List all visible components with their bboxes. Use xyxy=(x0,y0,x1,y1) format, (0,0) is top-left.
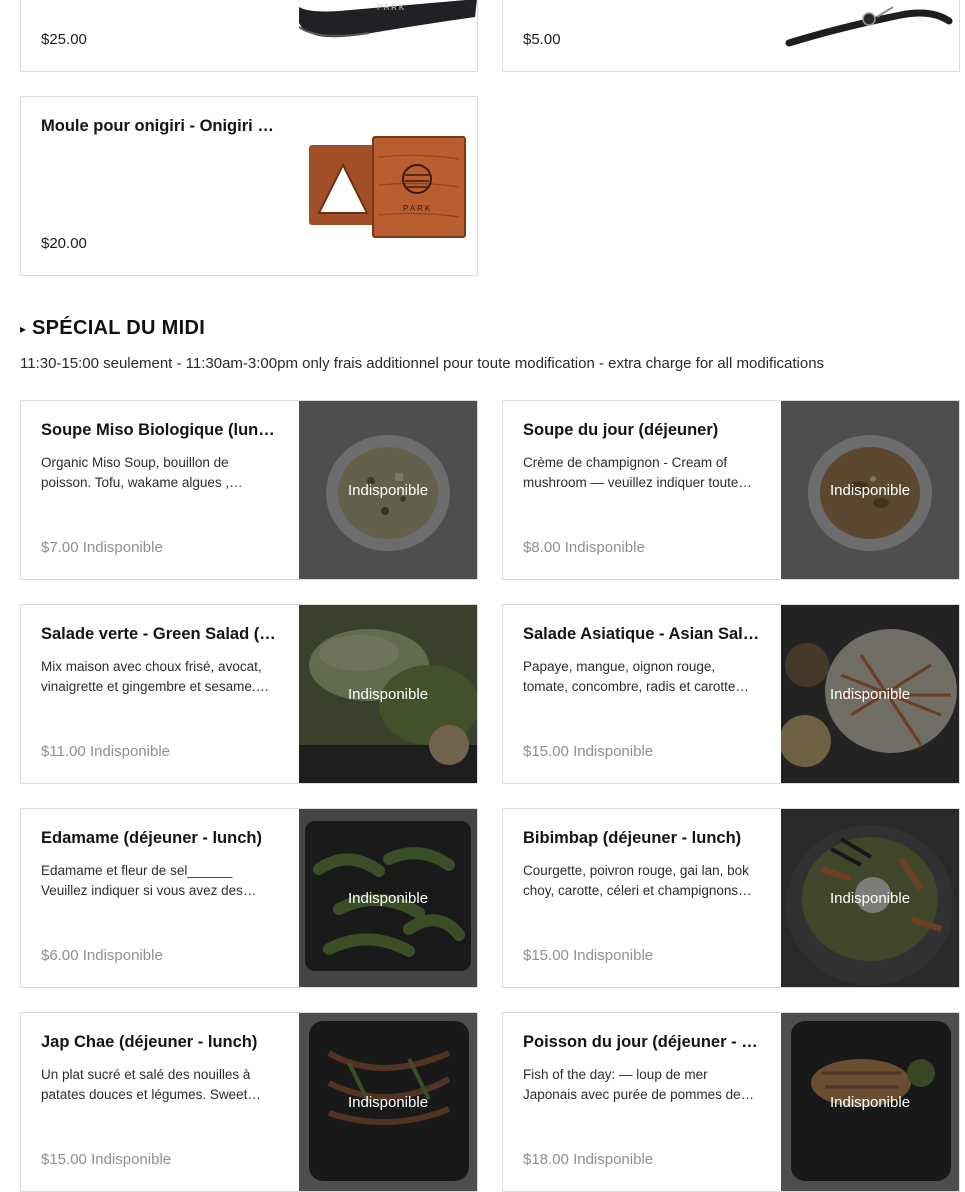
strap-image xyxy=(781,0,959,71)
item-price: $15.00 xyxy=(523,947,569,964)
availability-status: Indisponible xyxy=(564,539,645,556)
menu-item-card[interactable]: Soupe du jour (déjeuner) Crème de champi… xyxy=(502,400,960,580)
menu-item-card[interactable]: Jap Chae (déjeuner - lunch) Un plat sucr… xyxy=(20,1012,478,1192)
item-description: Organic Miso Soup, bouillon de poisson. … xyxy=(41,455,230,490)
unavailable-overlay: Indisponible xyxy=(781,809,959,987)
item-title: Jap Chae (déjeuner - lunch) xyxy=(41,1033,258,1051)
item-photo: Indisponible xyxy=(781,1013,959,1191)
item-description: Courgette, poivron rouge, gai lan, bok c… xyxy=(523,863,749,898)
menu-item-card[interactable]: Moule pour onigiri - Onigiri mold $20.00… xyxy=(20,96,478,276)
item-title: Soupe Miso Biologique (lunch) xyxy=(41,421,279,439)
item-title: Poisson du jour (déjeuner - lunch) xyxy=(523,1033,761,1051)
availability-status: Indisponible xyxy=(573,1151,654,1168)
availability-status: Indisponible xyxy=(89,743,170,760)
item-photo: Indisponible xyxy=(299,605,477,783)
unavailable-overlay: Indisponible xyxy=(781,1013,959,1191)
item-photo: Indisponible xyxy=(781,809,959,987)
unavailable-overlay: Indisponible xyxy=(781,605,959,783)
item-description: Un plat sucré et salé des nouilles à pat… xyxy=(41,1067,251,1102)
unavailable-overlay: Indisponible xyxy=(299,1013,477,1191)
item-price-line: $8.00 Indisponible xyxy=(523,539,645,556)
caret-right-icon: ▸ xyxy=(20,321,27,336)
item-title: Edamame (déjeuner - lunch) xyxy=(41,829,262,847)
item-price-line: $15.00 Indisponible xyxy=(523,947,653,964)
item-price: $8.00 xyxy=(523,539,561,556)
item-photo: Indisponible xyxy=(299,809,477,987)
availability-status: Indisponible xyxy=(573,743,654,760)
item-price: $7.00 xyxy=(41,539,79,556)
menu-item-card[interactable]: $5.00 xyxy=(502,0,960,72)
item-photo: Indisponible xyxy=(781,401,959,579)
item-price: $6.00 xyxy=(41,947,79,964)
section-title: SPÉCIAL DU MIDI xyxy=(32,317,206,339)
unavailable-overlay: Indisponible xyxy=(781,401,959,579)
item-price: $25.00 xyxy=(41,31,87,48)
item-photo: Indisponible xyxy=(781,605,959,783)
item-price: $20.00 xyxy=(41,235,87,252)
item-price: $15.00 xyxy=(41,1151,87,1168)
availability-status: Indisponible xyxy=(82,539,163,556)
item-price-line: $6.00 Indisponible xyxy=(41,947,163,964)
section-toggle[interactable]: ▸ SPÉCIAL DU MIDI xyxy=(20,317,205,340)
item-price: $15.00 xyxy=(523,743,569,760)
availability-status: Indisponible xyxy=(82,947,163,964)
item-price: $11.00 xyxy=(41,743,86,760)
item-photo: Indisponible xyxy=(299,1013,477,1191)
item-title: Salade Asiatique - Asian Salad (déjeuner… xyxy=(523,625,761,643)
item-title: Bibimbap (déjeuner - lunch) xyxy=(523,829,742,847)
item-title: Soupe du jour (déjeuner) xyxy=(523,421,719,439)
item-price-line: $15.00 Indisponible xyxy=(523,743,653,760)
item-photo: PARK xyxy=(299,97,477,275)
item-price: $18.00 xyxy=(523,1151,569,1168)
onigiri-mold-image: PARK xyxy=(299,97,477,275)
item-description: Fish of the day: — loup de mer Japonais … xyxy=(523,1067,741,1102)
item-title: Salade verte - Green Salad (déjeuner) xyxy=(41,625,279,643)
item-price-line: $7.00 Indisponible xyxy=(41,539,163,556)
svg-text:PARK: PARK xyxy=(377,3,406,12)
item-price-line: $11.00 Indisponible xyxy=(41,743,170,760)
item-photo: Indisponible xyxy=(299,401,477,579)
item-photo xyxy=(781,0,959,71)
item-price-line: $18.00 Indisponible xyxy=(523,1151,653,1168)
item-price: $5.00 xyxy=(523,31,561,48)
item-photo: PARK xyxy=(299,0,477,71)
menu-item-card[interactable]: Edamame (déjeuner - lunch) Edamame et fl… xyxy=(20,808,478,988)
cap-image: PARK xyxy=(299,0,477,71)
item-description: Crème de champignon - Cream of mushroom … xyxy=(523,455,739,490)
menu-item-card[interactable]: Soupe Miso Biologique (lunch) Organic Mi… xyxy=(20,400,478,580)
unavailable-overlay: Indisponible xyxy=(299,809,477,987)
item-price-line: $15.00 Indisponible xyxy=(41,1151,171,1168)
unavailable-overlay: Indisponible xyxy=(299,401,477,579)
menu-item-card[interactable]: Salade verte - Green Salad (déjeuner) Mi… xyxy=(20,604,478,784)
item-description: Edamame et fleur de sel______ Veuillez i… xyxy=(41,863,243,898)
item-title: Moule pour onigiri - Onigiri mold xyxy=(41,117,279,135)
svg-text:PARK: PARK xyxy=(403,204,432,213)
menu-item-card[interactable]: $25.00 PARK xyxy=(20,0,478,72)
availability-status: Indisponible xyxy=(91,1151,172,1168)
menu-item-card[interactable]: Bibimbap (déjeuner - lunch) Courgette, p… xyxy=(502,808,960,988)
menu-item-card[interactable]: Poisson du jour (déjeuner - lunch) Fish … xyxy=(502,1012,960,1192)
availability-status: Indisponible xyxy=(573,947,654,964)
menu-item-card[interactable]: Salade Asiatique - Asian Salad (déjeuner… xyxy=(502,604,960,784)
section-description: 11:30-15:00 seulement - 11:30am-3:00pm o… xyxy=(20,355,825,372)
item-description: Mix maison avec choux frisé, avocat, vin… xyxy=(41,659,262,694)
unavailable-overlay: Indisponible xyxy=(299,605,477,783)
item-description: Papaye, mangue, oignon rouge, tomate, co… xyxy=(523,659,736,694)
